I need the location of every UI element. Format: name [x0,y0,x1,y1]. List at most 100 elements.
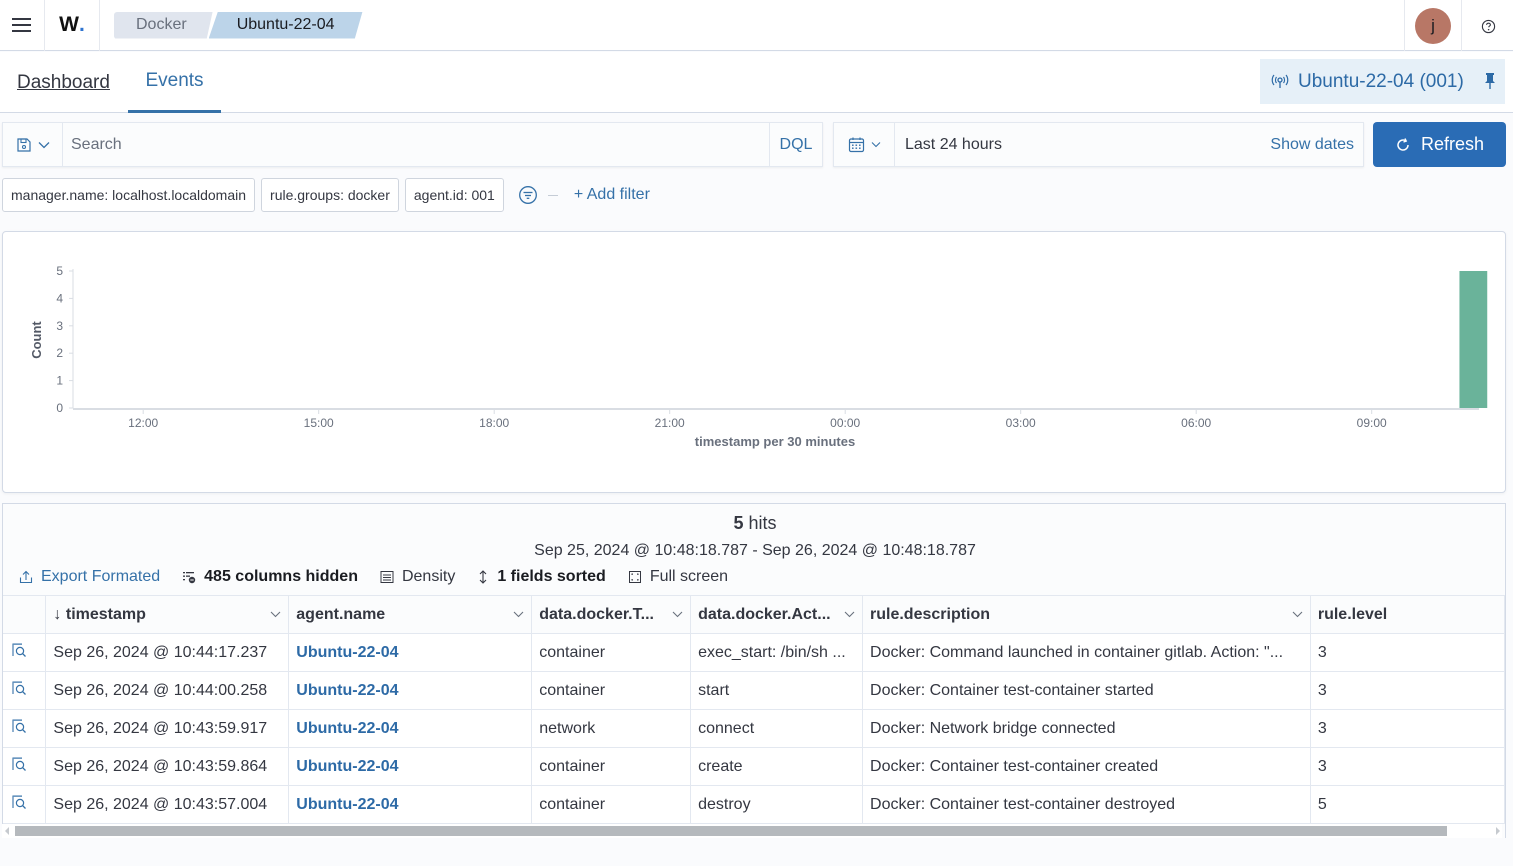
chevron-down-icon [871,142,880,148]
filter-options: + Add filter [518,185,650,205]
histogram-bar [1459,271,1488,408]
sort-icon [479,570,487,584]
column-header-agent-name[interactable]: agent.name [288,595,533,634]
cell-level: 3 [1310,747,1506,786]
chevron-down-icon[interactable] [513,611,524,618]
refresh-label: Refresh [1420,134,1485,154]
cell-action: create [690,747,864,786]
results-time-range: Sep 25, 2024 @ 10:48:18.787 - Sep 26, 20… [534,542,976,559]
scroll-left-arrow[interactable] [5,827,9,835]
user-menu[interactable]: j [1404,0,1462,51]
cell-level: 3 [1310,709,1506,748]
grid-toolbar: Export Formated 485 columns hidden Densi… [19,566,728,588]
show-dates-button[interactable]: Show dates [1270,136,1354,154]
x-tick-label: 12:00 [128,416,158,430]
filter-pill-rule-groups[interactable]: rule.groups: docker [261,178,399,212]
columns-hidden-button[interactable]: 485 columns hidden [182,568,358,586]
help-button[interactable] [1476,14,1500,38]
inspect-document-button[interactable] [3,747,47,786]
cell-agent[interactable]: Ubuntu-22-04 [288,709,533,748]
tab-dashboard[interactable]: Dashboard [17,52,110,113]
cell-description: Docker: Container test-container created [862,747,1311,786]
help-circle-icon [1481,19,1495,33]
cell-level: 3 [1310,633,1506,672]
chevron-down-icon[interactable] [844,611,855,618]
column-header-timestamp[interactable]: ↓ timestamp [45,595,290,634]
pin-icon[interactable] [1483,72,1497,90]
query-language-button[interactable]: DQL [769,123,822,166]
cell-agent[interactable]: Ubuntu-22-04 [288,785,533,824]
date-range-display[interactable]: Last 24 hours [905,136,1270,154]
cell-description: Docker: Container test-container destroy… [862,785,1311,824]
search-input[interactable] [63,123,769,166]
date-picker: Last 24 hours Show dates [833,122,1364,167]
column-header-docker-type[interactable]: data.docker.T... [531,595,692,634]
x-tick-label: 00:00 [830,416,860,430]
top-header: W. Docker Ubuntu-22-04 j [0,0,1513,51]
x-tick-label: 18:00 [479,416,509,430]
cell-type: container [531,671,692,710]
sort-fields-button[interactable]: 1 fields sorted [477,568,606,586]
tab-events[interactable]: Events [128,52,221,113]
histogram-chart: 0 1 2 3 4 5 12:00 15:00 18:00 21:00 00:00 03:00 06:0… [29,264,1488,449]
horizontal-scrollbar[interactable] [2,824,1502,838]
chevron-down-icon[interactable] [672,611,683,618]
breadcrumb: Docker Ubuntu-22-04 [114,11,363,39]
x-tick-label: 15:00 [304,416,334,430]
chevron-down-icon[interactable] [270,611,281,618]
divider [547,194,558,196]
app-logo[interactable]: W. [45,0,100,51]
agent-selector[interactable]: Ubuntu-22-04 (001) [1260,59,1505,104]
filter-menu-icon[interactable] [518,185,538,205]
scroll-right-arrow[interactable] [1496,827,1500,835]
menu-button[interactable] [0,0,45,51]
columns-hidden-label: 485 columns hidden [204,568,358,585]
y-tick-label: 5 [56,264,63,278]
sort-label: 1 fields sorted [497,568,606,585]
antenna-icon [1271,74,1289,88]
inspect-document-button[interactable] [3,671,47,710]
filter-pill-agent-id[interactable]: agent.id: 001 [404,178,504,212]
logo-text: W [59,13,79,36]
export-icon [19,570,33,584]
scrollbar-thumb[interactable] [15,826,1447,836]
table-row: Sep 26, 2024 @ 10:44:17.237 Ubuntu-22-04 c… [3,633,1506,672]
filter-pill-manager[interactable]: manager.name: localhost.localdomain [2,178,256,212]
cell-level: 3 [1310,671,1506,710]
density-icon [380,571,394,583]
cell-agent[interactable]: Ubuntu-22-04 [288,671,533,710]
y-tick-label: 2 [56,346,63,360]
saved-query-button[interactable] [3,123,63,166]
column-header-rule-description[interactable]: rule.description [862,595,1311,634]
breadcrumb-docker[interactable]: Docker [114,11,213,39]
table-header-row: ↓ timestamp agent.name data.docker.T... … [3,595,1506,634]
cell-timestamp: Sep 26, 2024 @ 10:43:57.004 [45,785,290,824]
y-tick-label: 0 [56,401,63,415]
inspect-document-button[interactable] [3,633,47,672]
avatar: j [1415,7,1451,44]
breadcrumb-agent[interactable]: Ubuntu-22-04 [208,11,363,39]
column-header-docker-action[interactable]: data.docker.Act... [690,595,864,634]
inspect-document-button[interactable] [3,709,47,748]
export-label: Export Formated [41,568,161,585]
column-header-rule-level[interactable]: rule.level [1310,595,1506,634]
inspect-document-button[interactable] [3,785,47,824]
export-formatted-button[interactable]: Export Formated [19,568,160,586]
refresh-button[interactable]: Refresh [1373,122,1506,167]
add-filter-button[interactable]: + Add filter [574,186,650,204]
x-tick-label: 06:00 [1181,416,1211,430]
hits-count: 5 hits [3,513,1507,534]
y-axis-label: Count [29,321,44,359]
x-tick-label: 21:00 [655,416,685,430]
fullscreen-button[interactable]: Full screen [628,568,728,586]
cell-agent[interactable]: Ubuntu-22-04 [288,633,533,672]
cell-agent[interactable]: Ubuntu-22-04 [288,747,533,786]
cell-type: container [531,633,692,672]
quick-select-button[interactable] [834,123,895,166]
inspect-document-icon [12,757,26,771]
density-label: Density [401,568,456,585]
cell-action: connect [690,709,864,748]
density-button[interactable]: Density [380,568,455,586]
chevron-down-icon[interactable] [1292,611,1303,618]
save-icon [16,137,31,152]
